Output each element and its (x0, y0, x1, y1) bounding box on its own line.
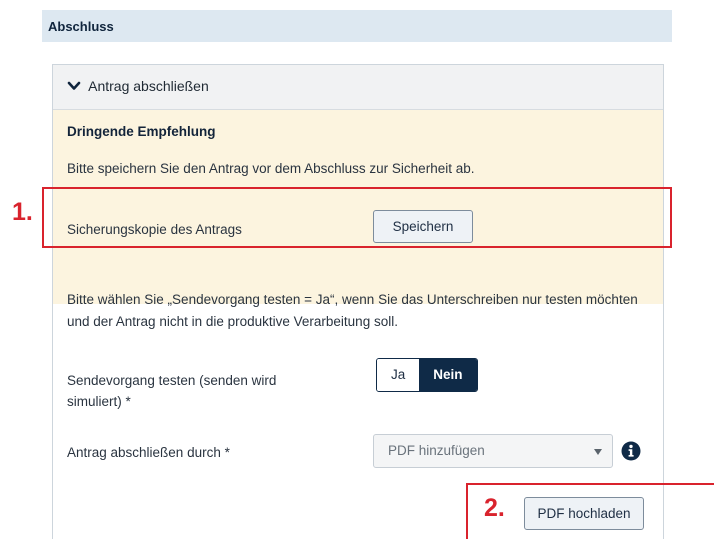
chevron-down-icon (67, 81, 81, 90)
section-title: Abschluss (48, 19, 114, 34)
test-info-text: Bitte wählen Sie „Sendevorgang testen = … (67, 292, 638, 329)
dropdown-caret-icon (594, 449, 602, 455)
toggle-option-nein[interactable]: Nein (419, 359, 477, 391)
accordion-panel: Antrag abschließen Dringende Empfehlung … (52, 64, 664, 539)
test-send-toggle: Ja Nein (376, 358, 478, 392)
callout-box-1 (42, 187, 672, 248)
toggle-option-ja[interactable]: Ja (377, 359, 420, 391)
info-icon[interactable] (621, 441, 641, 461)
callout-number-2: 2. (484, 494, 505, 522)
close-by-label: Antrag abschließen durch * (67, 445, 230, 460)
callout-number-1: 1. (12, 198, 33, 226)
page: Abschluss Antrag abschließen Dringende E… (0, 0, 714, 539)
accordion-header[interactable]: Antrag abschließen (53, 65, 663, 110)
alert-text: Bitte speichern Sie den Antrag vor dem A… (67, 161, 475, 176)
close-by-value: PDF hinzufügen (388, 443, 485, 458)
alert-title: Dringende Empfehlung (67, 124, 216, 139)
accordion-title: Antrag abschließen (88, 78, 209, 94)
section-header: Abschluss (42, 10, 672, 42)
test-send-label: Sendevorgang testen (senden wird simulie… (67, 373, 277, 409)
close-by-select[interactable]: PDF hinzufügen (373, 434, 613, 468)
